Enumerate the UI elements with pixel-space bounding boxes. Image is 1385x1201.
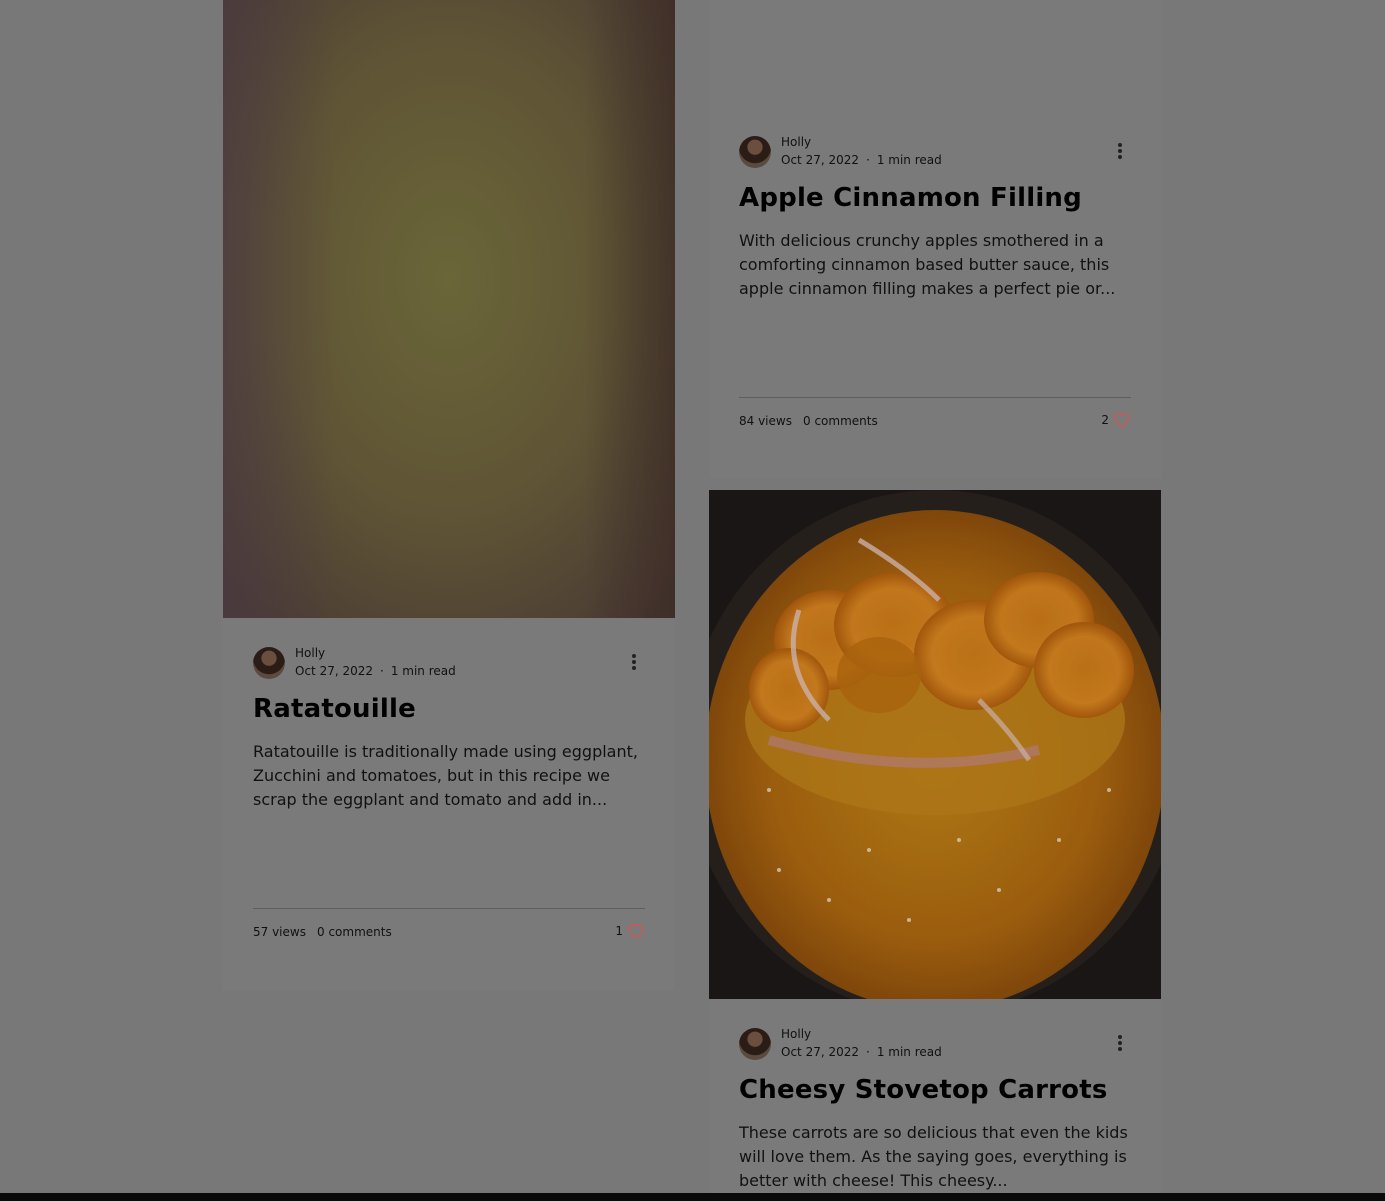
like-count: 2 [1101,413,1109,427]
post-card-body: Holly Oct 27, 2022 · 1 min read Apple Cinn… [739,135,1131,465]
post-date-line: Oct 27, 2022 · 1 min read [295,664,456,678]
like-count: 1 [615,924,623,938]
view-count: 84 views [739,414,792,428]
read-time: 1 min read [390,664,456,678]
more-actions-button[interactable] [1115,1033,1125,1053]
author-avatar[interactable] [739,136,771,168]
more-vertical-icon [1118,1035,1122,1039]
post-cover-image[interactable] [223,0,675,618]
separator-dot: · [866,153,870,167]
comment-count[interactable]: 0 comments [317,925,392,939]
post-card-apple-cinnamon-filling[interactable]: Holly Oct 27, 2022 · 1 min read Apple Cinn… [709,0,1161,478]
heart-icon [628,923,644,939]
post-meta: Holly Oct 27, 2022 · 1 min read [253,646,645,680]
bottom-edge-bar [0,1193,1385,1201]
author-name[interactable]: Holly [781,135,811,149]
post-card-cheesy-stovetop-carrots[interactable]: Holly Oct 27, 2022 · 1 min read Cheesy Sto… [709,490,1161,1201]
post-excerpt[interactable]: Ratatouille is traditionally made using … [253,740,645,812]
post-date: Oct 27, 2022 [781,153,859,167]
post-meta: Holly Oct 27, 2022 · 1 min read [739,135,1131,169]
heart-icon [1114,412,1130,428]
post-date: Oct 27, 2022 [781,1045,859,1059]
post-meta: Holly Oct 27, 2022 · 1 min read [739,1027,1131,1061]
post-card-body: Holly Oct 27, 2022 · 1 min read Ratatouill… [253,646,645,976]
more-actions-button[interactable] [1115,141,1125,161]
read-time: 1 min read [876,1045,942,1059]
post-stats: 84 views 0 comments 2 [739,412,1131,434]
like-button[interactable]: 1 [615,923,645,939]
read-time: 1 min read [876,153,942,167]
blurred-food-photo [223,0,675,618]
post-cover-image[interactable] [709,490,1161,999]
author-name[interactable]: Holly [781,1027,811,1041]
more-actions-button[interactable] [629,652,639,672]
author-name[interactable]: Holly [295,646,325,660]
post-date-line: Oct 27, 2022 · 1 min read [781,153,942,167]
like-button[interactable]: 2 [1101,412,1131,428]
post-card-ratatouille[interactable]: Holly Oct 27, 2022 · 1 min read Ratatouill… [223,0,675,990]
author-avatar[interactable] [739,1028,771,1060]
card-divider [739,397,1131,398]
post-card-body: Holly Oct 27, 2022 · 1 min read Cheesy Sto… [739,1027,1131,1201]
view-count: 57 views [253,925,306,939]
author-avatar[interactable] [253,647,285,679]
post-excerpt[interactable]: With delicious crunchy apples smothered … [739,229,1131,301]
post-excerpt[interactable]: These carrots are so delicious that even… [739,1121,1131,1193]
post-date: Oct 27, 2022 [295,664,373,678]
more-vertical-icon [1118,143,1122,147]
carrots-in-pan-photo [709,490,1161,999]
separator-dot: · [380,664,384,678]
post-title[interactable]: Cheesy Stovetop Carrots [739,1075,1108,1105]
post-title[interactable]: Apple Cinnamon Filling [739,183,1082,213]
post-stats: 57 views 0 comments 1 [253,923,645,945]
more-vertical-icon [632,654,636,658]
post-date-line: Oct 27, 2022 · 1 min read [781,1045,942,1059]
card-divider [253,908,645,909]
post-title[interactable]: Ratatouille [253,694,416,724]
separator-dot: · [866,1045,870,1059]
comment-count[interactable]: 0 comments [803,414,878,428]
